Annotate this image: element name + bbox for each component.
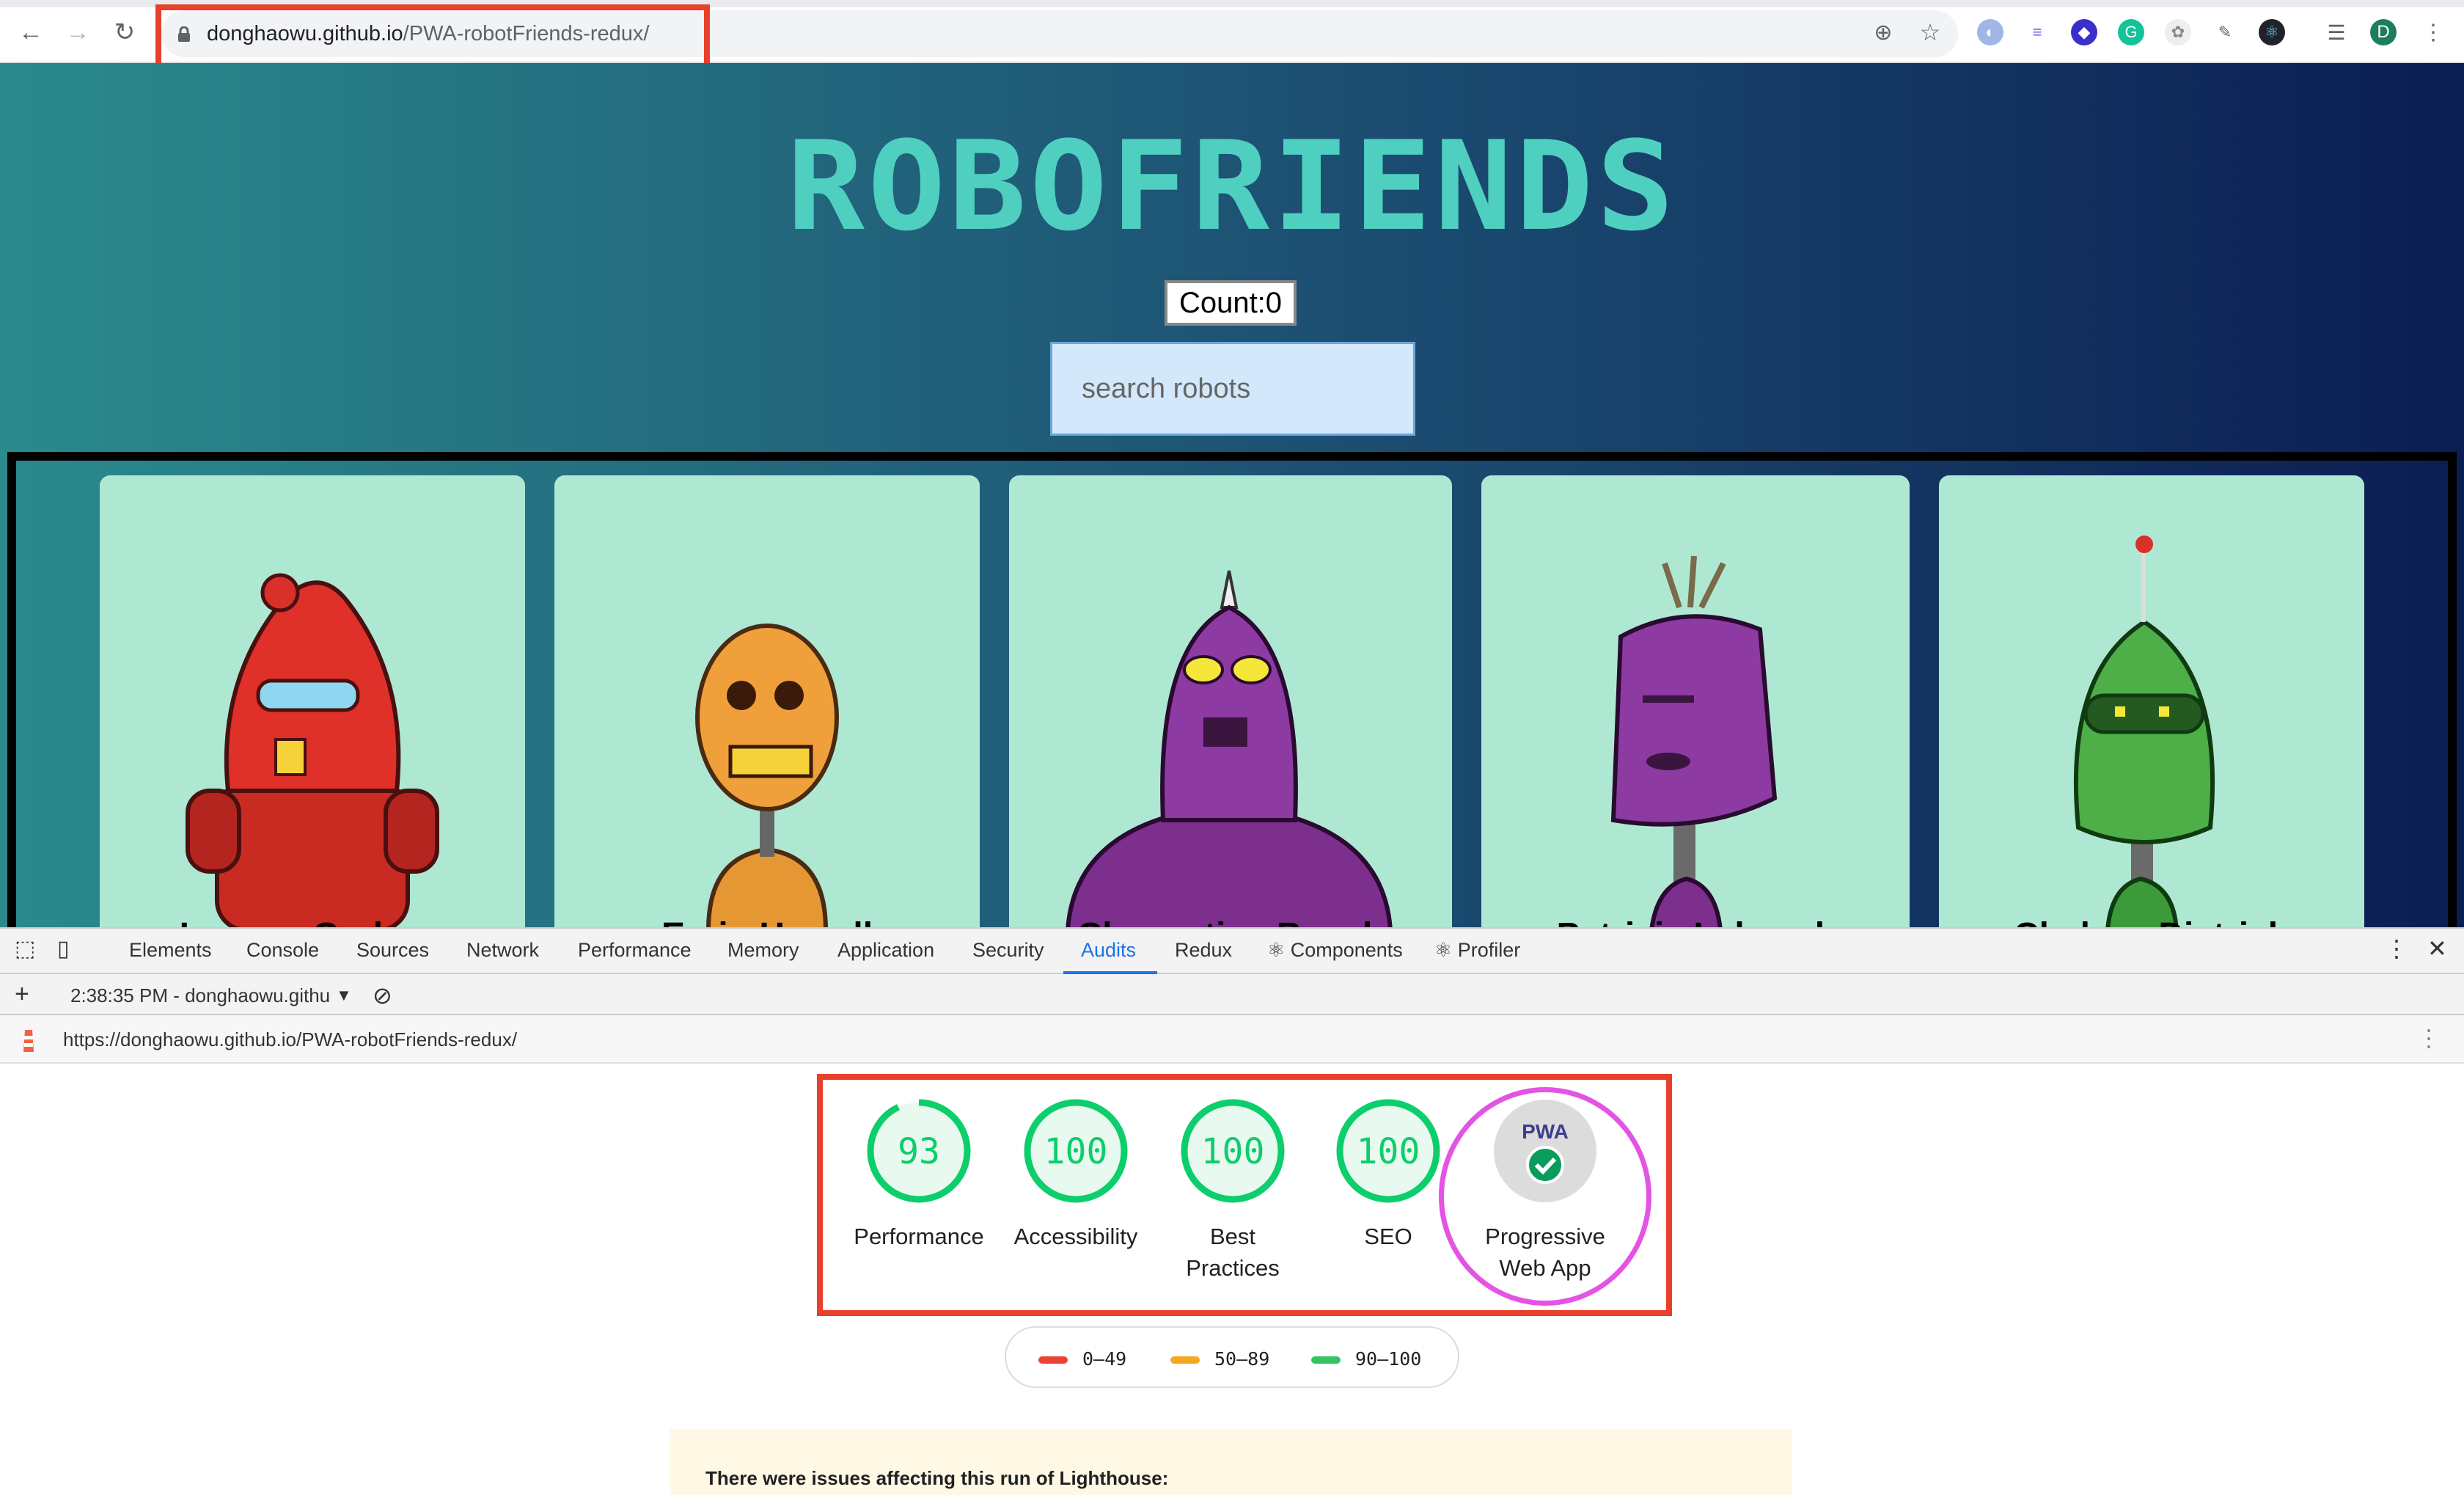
page-title: ROBOFRIENDS [786, 114, 1678, 258]
robot-name: Ervin Howell [554, 915, 980, 927]
tab-console[interactable]: Console [246, 939, 319, 962]
page-viewport: ROBOFRIENDS Count:0 search robots Leanne… [0, 63, 2464, 927]
tab-components[interactable]: ⚛ Components [1267, 939, 1403, 962]
tab-audits[interactable]: Audits [1081, 939, 1136, 962]
new-audit-icon[interactable]: + [15, 980, 29, 1009]
tab-memory[interactable]: Memory [727, 939, 799, 962]
gauge-label: Accessibility [1013, 1224, 1138, 1249]
score-gauge-ring: 100 [1181, 1099, 1285, 1203]
tab-application[interactable]: Application [837, 939, 934, 962]
reload-icon[interactable]: ↻ [109, 16, 141, 48]
robot-name: Chelsey Dietrich [1939, 915, 2364, 927]
score-legend: 0–49 50–89 90–100 [1005, 1326, 1459, 1388]
gauge-label: Performance [854, 1224, 984, 1249]
robot-image [1066, 570, 1393, 927]
count-display: Count:0 [1165, 280, 1297, 326]
extension-icon-5[interactable]: ✿ [2165, 19, 2191, 45]
browser-menu-icon[interactable]: ⋮ [2417, 16, 2449, 48]
run-warning-box: There were issues affecting this run of … [670, 1429, 1792, 1495]
tab-elements[interactable]: Elements [129, 939, 212, 962]
zoom-plus-icon[interactable]: ⊕ [1867, 16, 1899, 48]
bookmark-star-icon[interactable]: ☆ [1914, 16, 1946, 48]
score-value: 100 [1357, 1131, 1420, 1172]
report-url: https://donghaowu.github.io/PWA-robotFri… [63, 1028, 518, 1050]
legend-range-fail: 0–49 [1082, 1348, 1127, 1370]
run-warning-text: There were issues affecting this run of … [705, 1467, 1169, 1489]
tab-redux[interactable]: Redux [1175, 939, 1232, 962]
close-devtools-icon[interactable]: ✕ [2427, 935, 2447, 962]
robot-image [695, 624, 839, 927]
robot-card[interactable]: Chelsey Dietrich [1939, 475, 2364, 927]
score-value: 93 [898, 1131, 940, 1172]
gauge-best-practices[interactable]: 100 Best Practices [1178, 1096, 1288, 1281]
robot-image [186, 573, 439, 927]
devtools-menu-icon[interactable]: ⋮ [2385, 935, 2408, 962]
search-input[interactable]: search robots [1050, 342, 1415, 436]
extension-icon-1[interactable]: ◐ [1977, 19, 2003, 45]
tab-security[interactable]: Security [972, 939, 1044, 962]
robot-name: Clementine Bauch [1009, 915, 1452, 927]
report-url-bar: https://donghaowu.github.io/PWA-robotFri… [0, 1015, 2464, 1064]
tab-profiler[interactable]: ⚛ Profiler [1434, 939, 1520, 962]
inspect-element-icon[interactable]: ⬚ [15, 936, 35, 962]
robot-name: Patricia Lebsack [1481, 915, 1910, 927]
tab-network[interactable]: Network [466, 939, 539, 962]
legend-range-average: 50–89 [1214, 1348, 1270, 1370]
legend-swatch-fail [1038, 1356, 1068, 1364]
clear-icon[interactable]: ⊘ [373, 982, 392, 1009]
score-value: 100 [1044, 1131, 1108, 1172]
tab-performance[interactable]: Performance [578, 939, 692, 962]
score-gauge-ring: 93 [867, 1099, 971, 1203]
score-gauge-ring: 100 [1024, 1099, 1128, 1203]
gauge-performance[interactable]: 93 Performance [854, 1096, 984, 1249]
score-gauge-ring: 100 [1336, 1099, 1440, 1203]
devtools-panel: ⬚ ▯ Elements Console Sources Network Per… [0, 927, 2464, 1495]
report-select[interactable]: 2:38:35 PM - donghaowu.githu [70, 984, 330, 1007]
robot-image [2073, 536, 2215, 927]
gauge-label: Best Practices [1186, 1224, 1280, 1281]
legend-swatch-average [1170, 1356, 1200, 1364]
device-toolbar-icon[interactable]: ▯ [57, 936, 70, 962]
report-menu-icon[interactable]: ⋮ [2417, 1024, 2441, 1052]
audits-toolbar: + 2:38:35 PM - donghaowu.githu ▼ ⊘ [0, 974, 2464, 1015]
lighthouse-icon [23, 1030, 34, 1052]
chevron-down-icon[interactable]: ▼ [336, 986, 352, 1005]
eyedropper-icon[interactable]: ✎ [2212, 19, 2238, 45]
reading-list-icon[interactable]: ☰ [2320, 16, 2353, 48]
legend-range-pass: 90–100 [1355, 1348, 1422, 1370]
gauge-accessibility[interactable]: 100 Accessibility [1014, 1096, 1137, 1249]
extension-icon-3[interactable]: ◆ [2071, 19, 2097, 45]
url-highlight-annotation [155, 4, 710, 72]
extension-icon-2[interactable]: ≡ [2024, 19, 2050, 45]
browser-toolbar: ← → ↻ donghaowu.github.io/PWA-robotFrien… [0, 0, 2464, 72]
react-devtools-icon[interactable]: ⚛ [2259, 19, 2285, 45]
gauge-seo[interactable]: 100 SEO [1333, 1096, 1443, 1249]
score-value: 100 [1201, 1131, 1265, 1172]
robot-name: Leanne Graham [100, 915, 525, 927]
pwa-highlight-annotation [1439, 1087, 1651, 1306]
avatar[interactable]: D [2370, 19, 2397, 45]
robot-card[interactable]: Patricia Lebsack [1481, 475, 1910, 927]
robot-card[interactable]: Leanne Graham [100, 475, 525, 927]
robot-image [1610, 555, 1778, 927]
devtools-tabbar: ⬚ ▯ Elements Console Sources Network Per… [0, 927, 2464, 974]
forward-icon[interactable]: → [62, 16, 94, 48]
robot-card[interactable]: Clementine Bauch [1009, 475, 1452, 927]
legend-swatch-pass [1311, 1356, 1341, 1364]
grammarly-icon[interactable]: G [2118, 19, 2144, 45]
tab-sources[interactable]: Sources [356, 939, 429, 962]
back-icon[interactable]: ← [15, 16, 47, 48]
robot-card[interactable]: Ervin Howell [554, 475, 980, 927]
